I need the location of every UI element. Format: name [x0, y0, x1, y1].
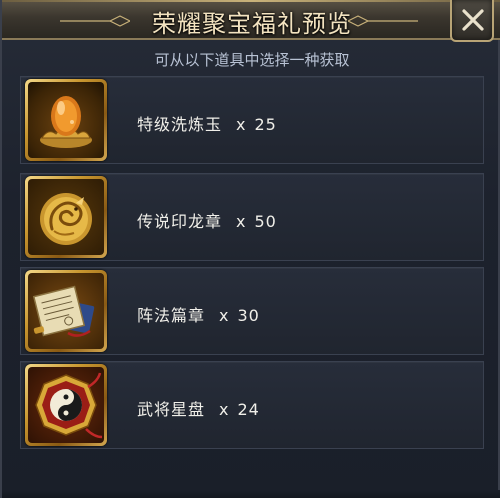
reward-item[interactable]: 传说印龙章 x 50	[20, 173, 484, 261]
amber-jade-icon	[40, 96, 92, 148]
panel-header: 荣耀聚宝福礼预览	[2, 0, 500, 42]
reward-preview-panel: 荣耀聚宝福礼预览 可从以下道具中选择一种获取 特级洗炼玉 x 25 传说印龙章 …	[0, 0, 500, 498]
item-label: 传说印龙章 x 50	[137, 208, 277, 232]
item-label: 武将星盘 x 24	[137, 396, 260, 420]
item-multiplier: x	[236, 115, 247, 134]
title-ornament-right	[348, 15, 418, 27]
item-multiplier: x	[219, 400, 230, 419]
item-quantity: 50	[254, 212, 277, 231]
item-name: 特级洗炼玉	[137, 115, 223, 134]
scroll-book-icon	[32, 285, 95, 337]
reward-item[interactable]: 阵法篇章 x 30	[20, 267, 484, 355]
item-name: 阵法篇章	[137, 306, 206, 325]
instruction-text: 可从以下道具中选择一种获取	[154, 51, 350, 69]
dragon-seal-icon	[40, 193, 92, 245]
panel-title: 荣耀聚宝福礼预览	[152, 10, 352, 38]
item-name: 武将星盘	[137, 400, 206, 419]
item-multiplier: x	[236, 212, 247, 231]
yin-yang-plate-icon	[35, 372, 103, 439]
item-label: 阵法篇章 x 30	[137, 302, 260, 326]
reward-item[interactable]: 特级洗炼玉 x 25	[20, 76, 484, 164]
item-label: 特级洗炼玉 x 25	[137, 111, 277, 135]
item-multiplier: x	[219, 306, 230, 325]
item-icon-frame	[25, 176, 107, 258]
panel-bottom-edge	[2, 490, 500, 498]
item-quantity: 30	[237, 306, 260, 325]
item-icon-frame	[25, 270, 107, 352]
item-quantity: 25	[254, 115, 277, 134]
item-icon-frame	[25, 79, 107, 161]
item-name: 传说印龙章	[137, 212, 223, 231]
item-icon-frame	[25, 364, 107, 446]
item-quantity: 24	[237, 400, 260, 419]
close-icon	[462, 9, 484, 31]
reward-item[interactable]: 武将星盘 x 24	[20, 361, 484, 449]
close-button[interactable]	[450, 0, 494, 42]
